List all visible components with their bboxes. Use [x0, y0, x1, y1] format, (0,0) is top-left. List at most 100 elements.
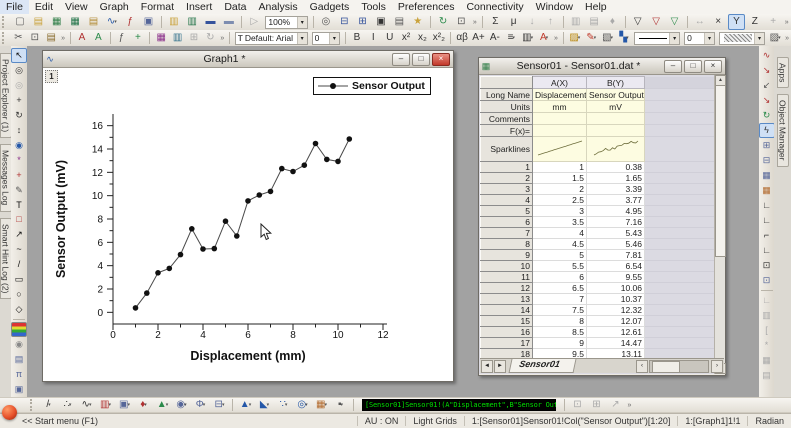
line-width-combo[interactable]: 0▾ [684, 32, 715, 45]
circle-tool-icon[interactable]: ○ [11, 287, 27, 302]
data-cell[interactable]: 0.38 [587, 162, 645, 173]
sum-statistics-icon[interactable]: Σ [487, 14, 504, 30]
underline-icon[interactable]: U [382, 30, 397, 46]
add-bracket-icon[interactable]: [ [759, 323, 775, 338]
line-color-icon[interactable]: ✎▾ [584, 30, 599, 46]
3d-bar-plot-icon[interactable]: ◣▾ [256, 397, 274, 413]
header-cell[interactable]: Displacement [533, 89, 587, 101]
data-cell[interactable]: 8.5 [533, 327, 587, 338]
dropdown-arrow-icon[interactable]: ▾ [305, 402, 308, 408]
object-manager-icon[interactable]: ▤ [391, 14, 408, 30]
data-cell[interactable]: 1.5 [533, 173, 587, 184]
enable-antialiasing-icon[interactable]: ϟ [759, 123, 775, 138]
y-axis-title[interactable]: Sensor Output (mV) [54, 160, 68, 278]
sheet-tab-sensor01[interactable]: Sensor01 [509, 359, 577, 373]
toolbar-overflow-icon[interactable]: » [552, 31, 560, 45]
select-y-icon[interactable]: Y [728, 14, 745, 30]
toolbar-overflow-icon[interactable]: » [219, 31, 227, 45]
data-point[interactable] [178, 252, 184, 258]
insert-worksheet-icon[interactable]: ▤ [11, 352, 27, 367]
dropdown-arrow-icon[interactable]: ▾ [285, 402, 288, 408]
menu-file[interactable]: File [0, 0, 29, 14]
zoom-pan-tool-icon[interactable]: + [11, 93, 27, 108]
new-bottom-x-layer-icon[interactable]: ∟ [759, 243, 775, 258]
rescale-axis-icon[interactable]: ↘ [759, 93, 775, 108]
re-import-icon[interactable]: ↻ [203, 30, 218, 46]
line-style-combo[interactable]: ▾ [634, 32, 680, 45]
header-cell[interactable] [533, 113, 587, 125]
stock-plot-icon[interactable]: ♦▾ [135, 397, 153, 413]
new-top-x-layer-icon[interactable]: ⌐ [759, 228, 775, 243]
dropdown-arrow-icon[interactable]: ▾ [778, 35, 781, 41]
data-cell[interactable]: 6.54 [587, 261, 645, 272]
screen-reader-tool-icon[interactable]: + [11, 168, 27, 183]
line-symbol-plot-icon[interactable]: ∿▾ [78, 397, 96, 413]
dropdown-arrow-icon[interactable]: ▾ [512, 35, 515, 41]
remove-bad-points-icon[interactable]: × [709, 14, 726, 30]
dropdown-arrow-icon[interactable]: ▾ [144, 402, 147, 408]
row-number[interactable]: 13 [481, 294, 533, 305]
column-header-b[interactable]: B(Y) [587, 77, 645, 89]
data-cell[interactable]: 9.55 [587, 272, 645, 283]
dropdown-arrow-icon[interactable]: ▾ [108, 402, 111, 408]
zoom-in-tool-icon[interactable]: ◎ [11, 63, 27, 78]
menu-help[interactable]: Help [579, 0, 613, 14]
column-header-a[interactable]: A(X) [533, 77, 587, 89]
toolbar-overflow-icon[interactable]: » [783, 31, 791, 45]
menu-graph[interactable]: Graph [94, 0, 135, 14]
fill-pattern-combo[interactable]: ▾ [719, 32, 765, 45]
select-z-icon[interactable]: Z [746, 14, 763, 30]
data-filter-add-icon[interactable]: ▽ [629, 14, 646, 30]
open-sql-editor-icon[interactable]: ▥ [170, 30, 185, 46]
zoom-out-tool-icon[interactable]: ◎ [11, 78, 27, 93]
sort-ascending-icon[interactable]: ↓ [523, 14, 540, 30]
dropdown-arrow-icon[interactable]: ▾ [704, 33, 714, 44]
menu-gadgets[interactable]: Gadgets [304, 0, 356, 14]
vertical-scroll-thumb[interactable] [715, 85, 726, 257]
dropdown-arrow-icon[interactable]: ▾ [127, 402, 130, 408]
paste-icon[interactable]: ▤ [43, 30, 58, 46]
dropdown-arrow-icon[interactable]: ▾ [89, 402, 92, 408]
extract-to-graphs-icon[interactable]: ▦ [759, 168, 775, 183]
new-excel-icon[interactable]: ▦ [66, 14, 83, 30]
open-project-icon[interactable]: ▥ [165, 14, 182, 30]
greek-symbols-icon[interactable]: αβ [454, 30, 469, 46]
curved-arrow-tool-icon[interactable]: ~ [11, 242, 27, 257]
add-xy-scale-icon[interactable]: ∟ [759, 293, 775, 308]
menu-tools[interactable]: Tools [355, 0, 392, 14]
dropdown-arrow-icon[interactable]: ▾ [203, 402, 206, 408]
data-selector-tool-icon[interactable]: ↕ [11, 123, 27, 138]
open-excel-icon[interactable]: ▥ [183, 14, 200, 30]
dropdown-arrow-icon[interactable]: ▾ [114, 19, 117, 25]
data-point[interactable] [200, 246, 206, 252]
text-tool-icon[interactable]: T [11, 198, 27, 213]
data-highlighter-tool-icon[interactable]: * [11, 153, 27, 168]
save-as-icon[interactable]: ▬ [220, 14, 237, 30]
add-function-icon[interactable]: + [765, 14, 782, 30]
box-plot-icon[interactable]: ⊟▾ [211, 397, 229, 413]
row-label[interactable]: Comments [481, 113, 533, 125]
add-legend-icon[interactable]: ▤ [759, 368, 775, 383]
origin-logo[interactable] [2, 405, 17, 420]
row-number[interactable]: 17 [481, 338, 533, 349]
data-point[interactable] [290, 169, 296, 175]
row-number[interactable]: 2 [481, 173, 533, 184]
dropdown-arrow-icon[interactable]: ▾ [249, 402, 252, 408]
data-cell[interactable]: 6 [533, 272, 587, 283]
add-layer-icon[interactable]: ⊞ [759, 138, 775, 153]
import-multiple-ascii-icon[interactable]: A [91, 30, 106, 46]
data-cell[interactable]: 2.5 [533, 195, 587, 206]
graph-window-titlebar[interactable]: ∿ Graph1 * –□× [43, 51, 453, 68]
publish-graph-icon[interactable]: ↗ [607, 397, 625, 413]
menu-analysis[interactable]: Analysis [253, 0, 304, 14]
row-label[interactable]: Long Name [481, 89, 533, 101]
toolbar-overflow-icon[interactable]: » [59, 31, 67, 45]
alignment-icon[interactable]: ≡▾ [504, 30, 519, 46]
data-filter-reapply-icon[interactable]: ▽ [666, 14, 683, 30]
data-filter-remove-icon[interactable]: ▽ [647, 14, 664, 30]
data-cell[interactable]: 7.81 [587, 250, 645, 261]
close-button[interactable]: × [704, 60, 722, 73]
header-cell[interactable] [587, 113, 645, 125]
menu-preferences[interactable]: Preferences [392, 0, 461, 14]
polyline-mask-icon[interactable]: ∿ [759, 48, 775, 63]
